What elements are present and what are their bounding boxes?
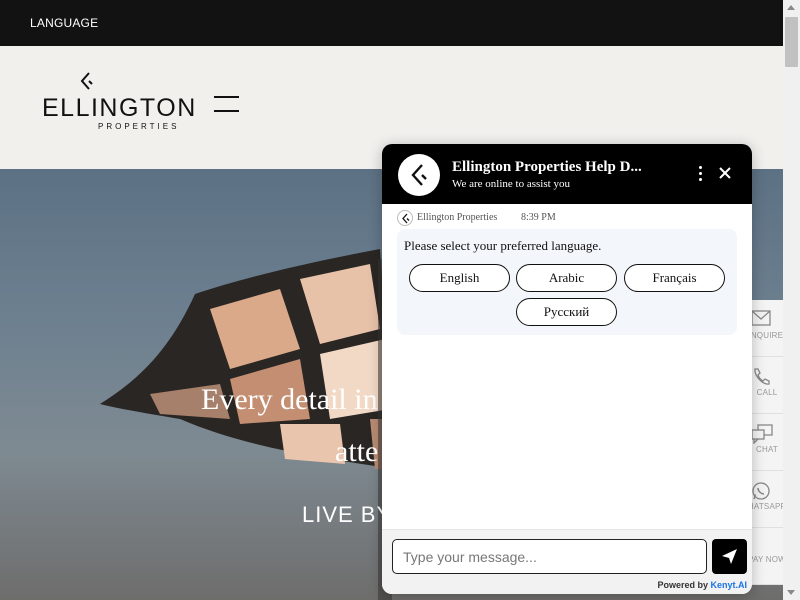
language-option-french[interactable]: Français bbox=[624, 264, 725, 292]
kenyt-link[interactable]: Kenyt.AI bbox=[710, 580, 747, 590]
language-option-arabic[interactable]: Arabic bbox=[516, 264, 617, 292]
scroll-down-icon[interactable] bbox=[787, 590, 795, 595]
whatsapp-icon bbox=[752, 482, 770, 500]
hero-headline-line1: Every detail in l bbox=[201, 383, 394, 416]
message-input[interactable] bbox=[392, 539, 707, 574]
logo-mark-icon bbox=[80, 72, 93, 90]
chat-footer: Powered by Kenyt.AI bbox=[382, 529, 752, 594]
chat-header: Ellington Properties Help D... We are on… bbox=[382, 144, 752, 204]
close-icon[interactable] bbox=[716, 164, 734, 182]
chat-icon bbox=[751, 424, 773, 444]
top-bar: LANGUAGE bbox=[0, 0, 783, 46]
more-options-icon[interactable] bbox=[696, 166, 706, 182]
scrollbar-thumb[interactable] bbox=[785, 17, 798, 67]
sender-avatar bbox=[397, 210, 413, 226]
ellington-mark-icon bbox=[402, 213, 410, 224]
sender-name: Ellington Properties bbox=[417, 212, 498, 223]
language-selector[interactable]: LANGUAGE bbox=[30, 16, 98, 30]
language-option-russian[interactable]: Русский bbox=[516, 298, 617, 326]
chat-avatar bbox=[398, 154, 440, 196]
phone-icon bbox=[754, 368, 770, 385]
send-icon bbox=[722, 549, 737, 564]
hamburger-menu-icon[interactable] bbox=[214, 96, 239, 114]
page-scrollbar[interactable] bbox=[783, 0, 800, 600]
chat-title: Ellington Properties Help D... bbox=[452, 159, 642, 175]
scroll-up-icon[interactable] bbox=[787, 5, 795, 10]
chat-subtitle: We are online to assist you bbox=[452, 178, 570, 190]
powered-by: Powered by Kenyt.AI bbox=[657, 580, 747, 590]
envelope-icon bbox=[751, 310, 771, 326]
ellington-mark-icon bbox=[411, 164, 427, 186]
logo-wordmark: ELLINGTON bbox=[42, 94, 197, 122]
language-option-english[interactable]: English bbox=[409, 264, 510, 292]
bot-message-bubble: Please select your preferred language. E… bbox=[397, 229, 737, 335]
hero-tagline: LIVE BY bbox=[302, 502, 393, 527]
chat-widget: Ellington Properties Help D... We are on… bbox=[382, 144, 752, 594]
language-prompt: Please select your preferred language. bbox=[404, 238, 602, 253]
hero-headline-line2: atte bbox=[335, 435, 379, 468]
message-time: 8:39 PM bbox=[521, 212, 556, 223]
logo-subtitle: PROPERTIES bbox=[98, 122, 180, 131]
ellington-logo[interactable]: ELLINGTON PROPERTIES bbox=[42, 72, 195, 132]
send-button[interactable] bbox=[712, 539, 747, 574]
